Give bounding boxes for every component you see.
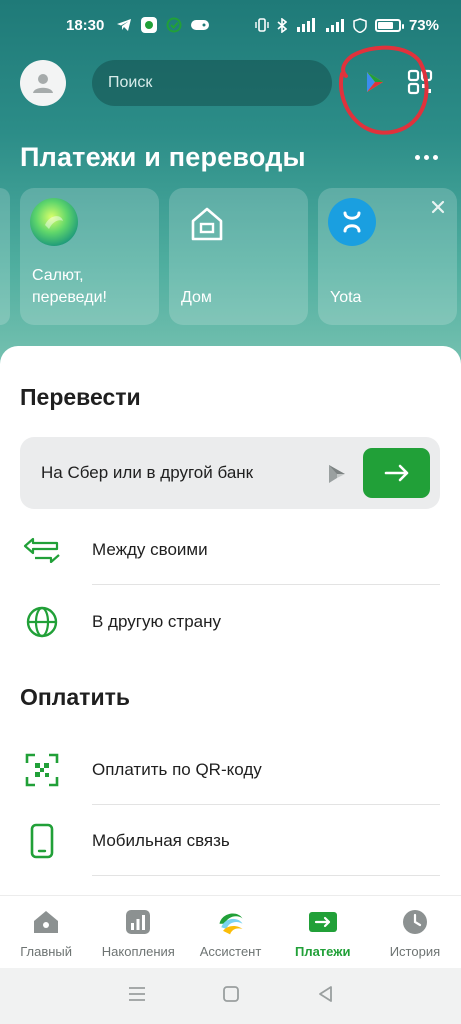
tile-home[interactable]: Дом xyxy=(169,188,308,325)
list-item-label: Между своими xyxy=(92,540,208,559)
house-icon xyxy=(183,200,231,248)
nav-history[interactable]: История xyxy=(369,896,461,968)
transfer-card-label: На Сбер или в другой банк xyxy=(41,463,254,482)
nav-savings[interactable]: Накопления xyxy=(92,896,184,968)
dot-icon xyxy=(423,154,429,160)
dot-icon xyxy=(414,154,420,160)
pay-section-title: Оплатить xyxy=(20,684,130,710)
gamepad-icon xyxy=(191,19,210,31)
bluetooth-icon xyxy=(277,17,287,33)
profile-avatar[interactable] xyxy=(20,60,66,106)
search-input[interactable]: Поиск xyxy=(92,60,332,106)
nav-label: История xyxy=(389,944,441,959)
list-item-label: Оплатить по QR-коду xyxy=(92,760,262,779)
user-icon xyxy=(33,74,53,93)
sber-notification-icon xyxy=(166,17,182,33)
tile-partial[interactable] xyxy=(0,188,10,325)
dot-icon xyxy=(432,154,438,160)
transfer-to-bank-card[interactable]: На Сбер или в другой банк xyxy=(20,437,440,509)
divider xyxy=(92,804,440,805)
telegram-icon xyxy=(116,18,132,32)
sber-assistant-icon xyxy=(216,908,246,936)
sbp-icon xyxy=(327,463,347,490)
page-title: Платежи и переводы xyxy=(20,142,306,172)
list-item-between-own[interactable]: Между своими xyxy=(0,515,461,585)
back-icon[interactable] xyxy=(317,985,333,1008)
nav-label: Платежи xyxy=(294,944,351,959)
bottom-nav: Главный Накопления Ассистент Платежи Ист… xyxy=(0,895,461,968)
nav-label: Ассистент xyxy=(199,944,262,959)
battery-percent: 73% xyxy=(408,16,439,34)
divider xyxy=(92,584,440,585)
battery-icon xyxy=(374,18,404,32)
nav-payments[interactable]: Платежи xyxy=(277,896,369,968)
signal-4g-icon xyxy=(295,18,317,32)
status-time: 18:30 xyxy=(66,16,105,34)
qr-scan-icon xyxy=(22,750,62,790)
tile-yota[interactable]: Yota xyxy=(318,188,457,325)
shield-icon xyxy=(353,17,367,33)
tile-label: Yota xyxy=(330,289,362,306)
system-nav-bar xyxy=(0,968,461,1024)
search-placeholder: Поиск xyxy=(108,74,153,91)
list-item-label: В другую страну xyxy=(92,612,222,631)
list-item-other-country[interactable]: В другую страну xyxy=(0,587,461,657)
divider xyxy=(92,875,440,876)
arrow-right-icon xyxy=(384,464,408,482)
arrows-icon xyxy=(22,530,62,570)
list-item-label: Мобильная связь xyxy=(92,831,230,850)
nav-label: Главный xyxy=(20,944,73,959)
nav-home[interactable]: Главный xyxy=(0,896,92,968)
home-icon xyxy=(31,908,61,936)
list-item-qr-pay[interactable]: Оплатить по QR-коду xyxy=(0,735,461,805)
payments-icon xyxy=(308,908,338,936)
tile-label: Дом xyxy=(181,289,212,306)
phone-icon xyxy=(22,821,62,861)
signal-icon xyxy=(325,18,345,32)
tile-salute[interactable]: Салют, переведи! xyxy=(20,188,159,325)
tile-label: Салют, переведи! xyxy=(32,267,107,306)
vibrate-icon xyxy=(255,18,269,32)
more-options-button[interactable] xyxy=(404,142,448,172)
transfer-go-button[interactable] xyxy=(363,448,430,498)
app-icon xyxy=(141,17,158,33)
clock-icon xyxy=(400,908,430,936)
nav-assistant[interactable]: Ассистент xyxy=(184,896,276,968)
chart-icon xyxy=(123,908,153,936)
globe-icon xyxy=(22,602,62,642)
annotation-circle xyxy=(339,45,429,135)
yota-icon xyxy=(328,198,376,246)
menu-icon[interactable] xyxy=(128,986,146,1007)
list-item-mobile[interactable]: Мобильная связь xyxy=(0,806,461,876)
salute-icon xyxy=(30,198,78,246)
transfer-section-title: Перевести xyxy=(20,384,141,410)
home-square-icon[interactable] xyxy=(222,985,240,1008)
nav-label: Накопления xyxy=(101,944,175,959)
close-icon[interactable] xyxy=(429,198,447,216)
